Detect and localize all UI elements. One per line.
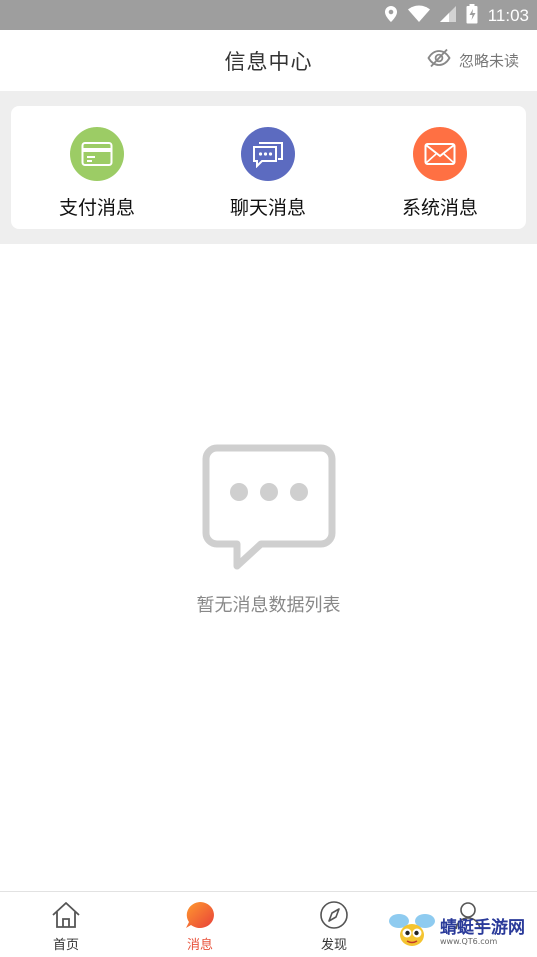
eye-off-icon — [427, 48, 451, 72]
header: 信息中心 忽略未读 — [0, 30, 537, 91]
empty-chat-icon — [201, 444, 337, 575]
category-label: 聊天消息 — [229, 197, 306, 219]
category-label: 系统消息 — [401, 197, 478, 219]
category-band: 支付消息 聊天消息 系统消息 — [0, 91, 537, 244]
dragonfly-logo-icon — [388, 911, 436, 955]
empty-state: 暂无消息数据列表 — [0, 443, 537, 617]
card-icon — [70, 127, 124, 181]
category-payment[interactable]: 支付消息 — [37, 127, 157, 220]
tab-label: 发现 — [320, 938, 347, 953]
category-chat[interactable]: 聊天消息 — [208, 127, 328, 220]
category-label: 支付消息 — [58, 197, 135, 219]
empty-state-text: 暂无消息数据列表 — [196, 595, 341, 616]
ignore-unread-button[interactable]: 忽略未读 — [427, 48, 519, 72]
envelope-icon — [413, 127, 467, 181]
watermark: 蜻蜓手游网 www.QT6.com — [388, 910, 537, 956]
category-system[interactable]: 系统消息 — [380, 127, 500, 220]
tab-discover[interactable]: 发现 — [294, 900, 374, 953]
watermark-url: www.QT6.com — [440, 937, 498, 946]
status-time: 11:03 — [487, 6, 529, 25]
chat-icon — [241, 127, 295, 181]
home-icon — [26, 900, 106, 930]
location-icon — [384, 5, 398, 27]
message-blob-icon — [160, 900, 240, 930]
category-card: 支付消息 聊天消息 系统消息 — [11, 106, 526, 229]
battery-icon — [466, 4, 478, 28]
signal-icon — [439, 5, 456, 27]
watermark-name: 蜻蜓手游网 — [440, 918, 525, 938]
wifi-icon — [407, 5, 430, 27]
tab-label: 首页 — [52, 938, 79, 953]
tab-label: 消息 — [186, 938, 213, 953]
ignore-unread-label: 忽略未读 — [458, 51, 519, 70]
status-bar: 11:03 — [0, 0, 537, 30]
tab-home[interactable]: 首页 — [26, 900, 106, 953]
compass-icon — [294, 900, 374, 930]
tab-messages[interactable]: 消息 — [160, 900, 240, 953]
